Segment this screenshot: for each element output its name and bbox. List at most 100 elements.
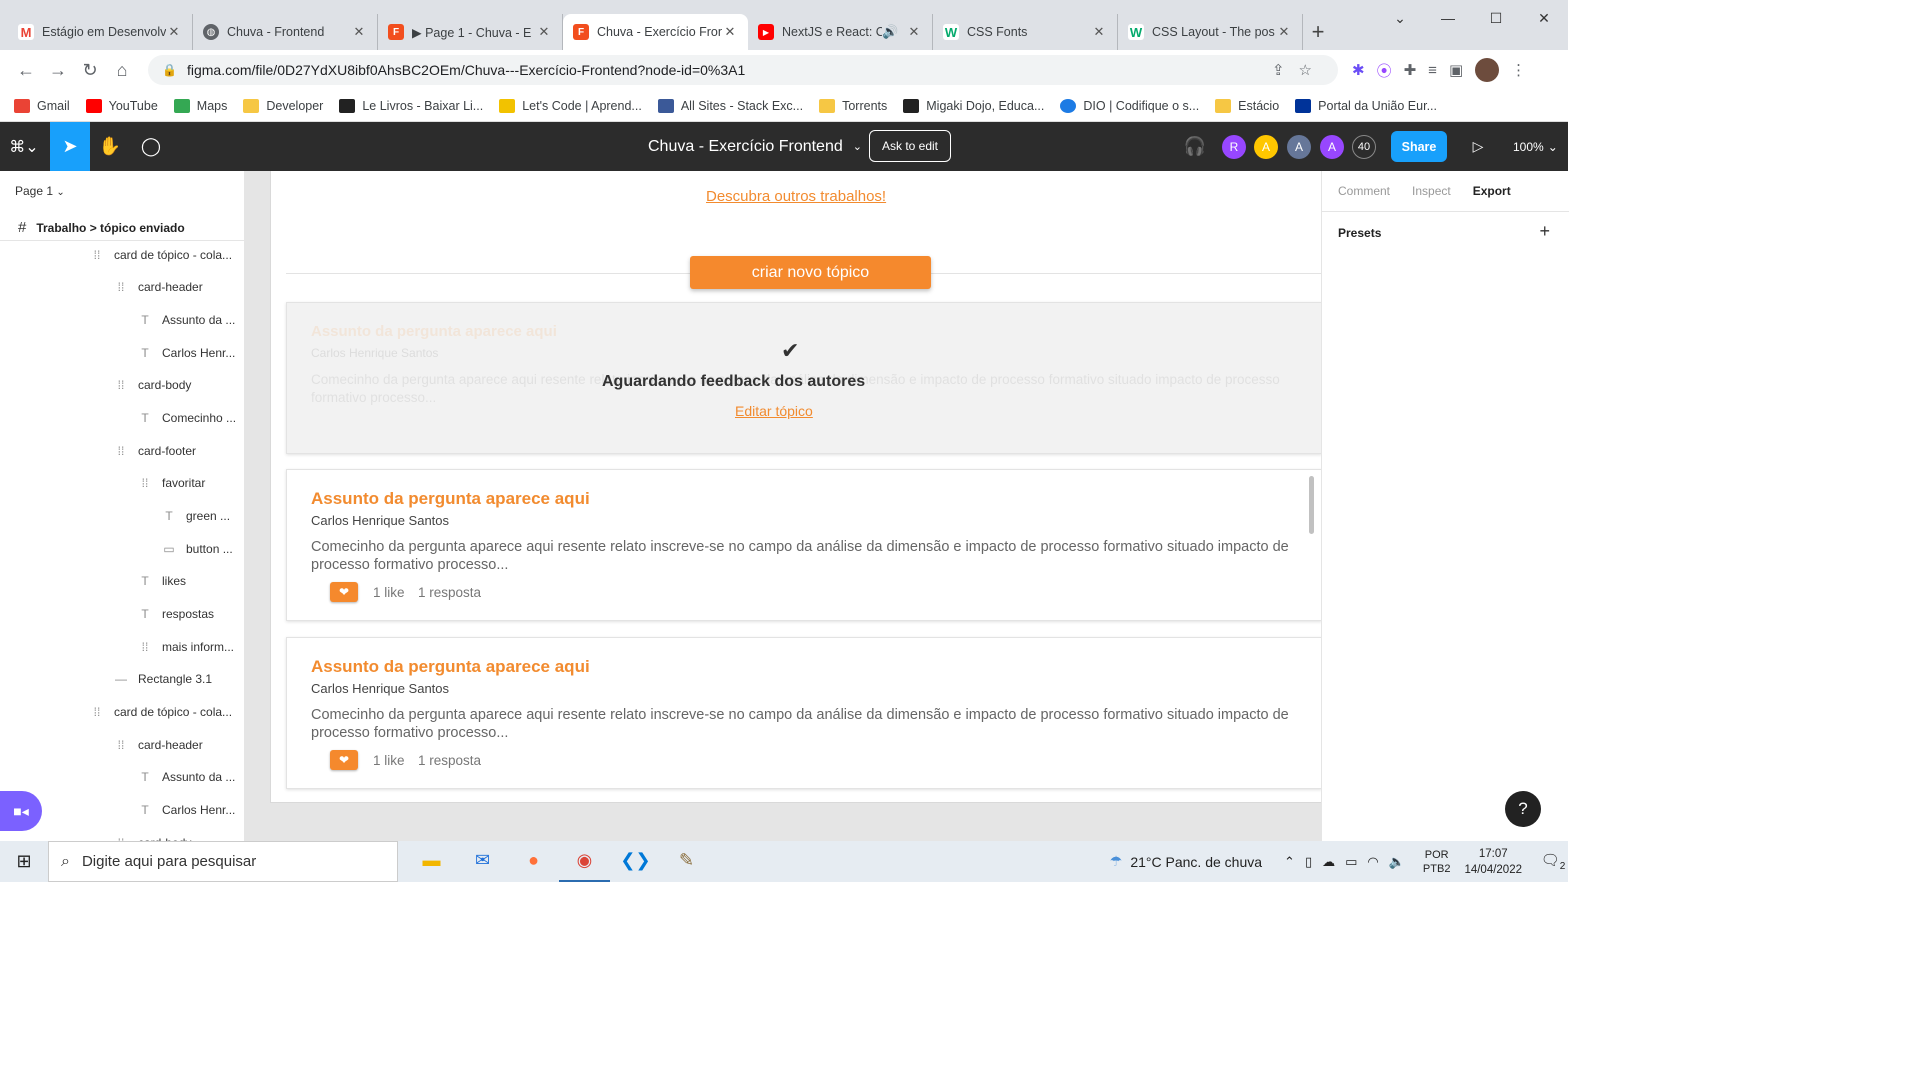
zoom-dropdown[interactable]: 100% ⌄	[1513, 122, 1558, 171]
layer-item[interactable]: ⁞⁞ mais inform...	[138, 631, 234, 663]
language-indicator[interactable]: POR PTB2	[1423, 848, 1451, 876]
close-tab-icon[interactable]: ✕	[722, 24, 738, 40]
layer-item[interactable]: ⁞⁞card-body	[114, 369, 192, 401]
browser-tab[interactable]: W CSS Fonts ✕	[933, 14, 1118, 50]
add-preset-icon[interactable]: +	[1539, 221, 1550, 242]
tab-search-icon[interactable]: ⌄	[1376, 10, 1424, 27]
bookmark-item[interactable]: Portal da União Eur...	[1295, 98, 1437, 113]
video-camera-icon[interactable]: ■◂	[0, 791, 42, 831]
browser-tab-active[interactable]: F Chuva - Exercício Fron ✕	[563, 14, 748, 50]
share-button[interactable]: Share	[1391, 131, 1447, 162]
address-bar[interactable]: 🔒 figma.com/file/0D27YdXU8ibf0AhsBC2OEm/…	[148, 55, 1338, 85]
browser-tab[interactable]: W CSS Layout - The pos ✕	[1118, 14, 1303, 50]
audio-headset-icon[interactable]: 🎧	[1180, 122, 1210, 171]
layer-item[interactable]: ⁞⁞ card de tópico - cola...	[90, 696, 232, 728]
tab-comment[interactable]: Comment	[1338, 184, 1390, 198]
user-avatar[interactable]: R	[1222, 135, 1246, 159]
puzzle-icon[interactable]: ✚	[1404, 61, 1417, 79]
comment-tool-icon[interactable]: ◯	[131, 122, 171, 171]
layer-item[interactable]: Tgreen ...	[162, 500, 230, 532]
bookmark-item[interactable]: All Sites - Stack Exc...	[657, 98, 803, 113]
browser-tab[interactable]: M Estágio em Desenvolv ✕	[8, 14, 193, 50]
clock[interactable]: 17:07 14/04/2022	[1464, 846, 1522, 878]
layer-item[interactable]: — Rectangle 3.1	[114, 663, 212, 695]
tab-inspect[interactable]: Inspect	[1412, 184, 1451, 198]
bookmark-item[interactable]: Developer	[243, 98, 323, 113]
bookmark-item[interactable]: Let's Code | Aprend...	[499, 98, 642, 113]
tab-export[interactable]: Export	[1473, 184, 1511, 198]
layer-item[interactable]: T Comecinho ...	[138, 402, 236, 434]
help-button[interactable]: ?	[1505, 791, 1541, 827]
heart-icon[interactable]: ❤	[330, 582, 358, 602]
edit-topic-link[interactable]: Editar tópico	[735, 403, 813, 419]
discover-link[interactable]: Descubra outros trabalhos!	[706, 188, 886, 205]
heart-icon[interactable]: ❤	[330, 750, 358, 770]
bookmark-item[interactable]: YouTube	[85, 98, 158, 113]
layer-item[interactable]: T Assunto da ...	[138, 304, 235, 336]
bookmark-item[interactable]: DIO | Codifique o s...	[1060, 98, 1199, 113]
frame-layer[interactable]: # Trabalho > tópico enviado	[0, 215, 244, 241]
sidepanel-icon[interactable]: ▣	[1449, 61, 1463, 79]
reload-icon[interactable]: ↻	[74, 60, 106, 81]
broadcast-icon[interactable]: ⦿	[1377, 60, 1392, 81]
close-window-icon[interactable]: ✕	[1520, 10, 1568, 27]
close-tab-icon[interactable]: ✕	[1276, 24, 1292, 40]
figma-menu-icon[interactable]: ⌘⌄	[0, 122, 48, 171]
maximize-icon[interactable]: ☐	[1472, 10, 1520, 27]
cloud-icon[interactable]: ☁	[1322, 854, 1335, 870]
layer-item[interactable]: ⁞⁞ card-header	[114, 271, 203, 303]
profile-avatar[interactable]	[1475, 58, 1500, 82]
file-explorer-icon[interactable]: ▬	[406, 841, 457, 882]
topic-card[interactable]: Assunto da pergunta aparece aqui Carlos …	[286, 637, 1321, 789]
browser-tab[interactable]: ◍ Chuva - Frontend ✕	[193, 14, 378, 50]
layer-item[interactable]: T Assunto da ...	[138, 761, 235, 793]
file-title[interactable]: Chuva - Exercício Frontend ⌄	[648, 122, 862, 171]
ask-to-edit-button[interactable]: Ask to edit	[869, 130, 951, 162]
extension-icon[interactable]: ✱	[1352, 61, 1365, 79]
bookmark-item[interactable]: Le Livros - Baixar Li...	[339, 98, 483, 113]
device-icon[interactable]: ▯	[1305, 854, 1312, 870]
browser-tab[interactable]: F ▶ Page 1 - Chuva - E ✕	[378, 14, 563, 50]
bookmark-item[interactable]: Migaki Dojo, Educa...	[903, 98, 1044, 113]
volume-icon[interactable]: 🔈	[1389, 854, 1405, 870]
notification-icon[interactable]: 🗨2	[1538, 851, 1568, 872]
chrome-icon[interactable]: ◉	[559, 841, 610, 882]
vscode-icon[interactable]: ❮❯	[610, 841, 661, 882]
present-play-icon[interactable]: ▷	[1464, 122, 1492, 171]
mail-icon[interactable]: ✉	[457, 841, 508, 882]
close-tab-icon[interactable]: ✕	[906, 24, 922, 40]
layer-item[interactable]: ▭ button ...	[162, 533, 232, 565]
windows-start-icon[interactable]: ⊞	[0, 851, 48, 872]
bookmark-item[interactable]: Maps	[173, 98, 227, 113]
close-tab-icon[interactable]: ✕	[351, 24, 367, 40]
hand-tool-icon[interactable]: ✋	[90, 122, 130, 171]
layer-item[interactable]: Trespostas	[138, 598, 214, 630]
layer-item[interactable]: ⁞⁞ card-footer	[114, 435, 196, 467]
share-star-icons[interactable]: ⇪☆	[1272, 61, 1326, 79]
user-avatar[interactable]: A	[1287, 135, 1311, 159]
layer-item[interactable]: T Carlos Henr...	[138, 337, 235, 369]
layer-item[interactable]: Tlikes	[138, 565, 186, 597]
close-tab-icon[interactable]: ✕	[536, 24, 552, 40]
create-topic-button[interactable]: criar novo tópico	[690, 256, 931, 289]
audio-icon[interactable]: 🔊	[882, 24, 898, 40]
taskbar-search[interactable]: ⌕ Digite aqui para pesquisar	[48, 841, 398, 882]
bookmark-item[interactable]: Gmail	[14, 98, 70, 113]
new-tab-button[interactable]: +	[1303, 14, 1333, 50]
minimize-icon[interactable]: —	[1424, 10, 1472, 27]
back-icon[interactable]: ←	[10, 60, 42, 81]
paint-icon[interactable]: ✎	[661, 841, 712, 882]
layer-item[interactable]: T Carlos Henr...	[138, 794, 235, 826]
bookmark-item[interactable]: Estácio	[1215, 98, 1279, 113]
browser-tab[interactable]: ▶ NextJS e React: C 🔊 ✕	[748, 14, 933, 50]
media-icon[interactable]: ≡	[1428, 62, 1437, 79]
forward-icon[interactable]: →	[42, 60, 74, 81]
bookmark-item[interactable]: Torrents	[819, 98, 887, 113]
user-count-badge[interactable]: 40	[1352, 135, 1376, 159]
layer-item[interactable]: ⁞⁞card-body	[114, 827, 192, 841]
page-selector[interactable]: Page 1 ⌄	[15, 184, 65, 198]
close-tab-icon[interactable]: ✕	[1091, 24, 1107, 40]
wifi-icon[interactable]: ◠	[1367, 854, 1378, 870]
firefox-icon[interactable]: ●	[508, 841, 559, 882]
layer-item[interactable]: ⁞⁞ card de tópico - cola...	[90, 239, 232, 271]
